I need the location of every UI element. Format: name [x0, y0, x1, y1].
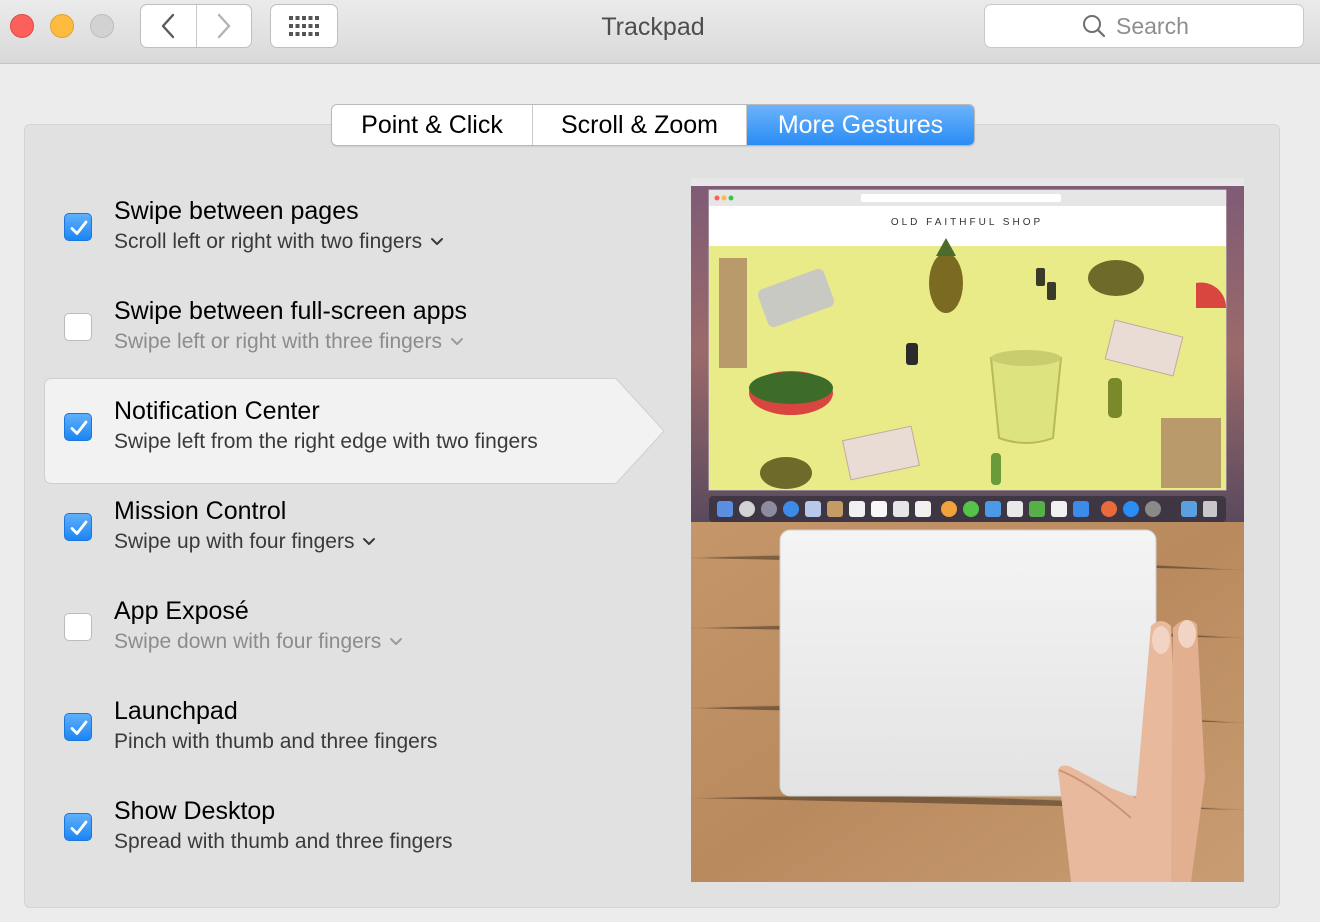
gesture-title: Notification Center — [114, 397, 320, 425]
gesture-detail: Scroll left or right with two fingers — [114, 230, 423, 253]
gesture-title: Swipe between pages — [114, 197, 359, 225]
gesture-detail: Pinch with thumb and three fingers — [114, 730, 438, 753]
launchpad-checkbox[interactable] — [64, 713, 92, 741]
checkmark-icon — [70, 220, 88, 235]
chevron-down-icon — [390, 638, 403, 645]
search-field[interactable] — [984, 4, 1304, 48]
gesture-option-menu[interactable]: Swipe down with four fingers — [114, 630, 403, 654]
chevron-down-icon — [363, 538, 376, 545]
notification-center-checkbox[interactable] — [64, 413, 92, 441]
gesture-title: Show Desktop — [114, 797, 276, 825]
search-input[interactable] — [1116, 12, 1206, 40]
chevron-down-icon — [450, 338, 463, 345]
search-icon — [1083, 15, 1106, 38]
checkmark-icon — [70, 420, 88, 435]
gesture-title: Launchpad — [114, 697, 238, 725]
show-desktop-checkbox[interactable] — [64, 813, 92, 841]
gesture-app-expose[interactable]: App Exposé Swipe down with four fingers — [64, 597, 664, 669]
gesture-detail: Swipe up with four fingers — [114, 530, 355, 553]
gesture-show-desktop[interactable]: Show Desktop Spread with thumb and three… — [64, 797, 664, 869]
gesture-option-menu[interactable]: Swipe up with four fingers — [114, 530, 376, 554]
gesture-detail: Swipe down with four fingers — [114, 630, 382, 653]
gesture-preview-image: OLD FAITHFUL SHOP — [691, 178, 1244, 882]
gesture-swipe-between-full-screen-apps[interactable]: Swipe between full-screen apps Swipe lef… — [64, 297, 664, 369]
checkmark-icon — [70, 820, 88, 835]
gesture-launchpad[interactable]: Launchpad Pinch with thumb and three fin… — [64, 697, 664, 769]
gesture-detail: Swipe left from the right edge with two … — [114, 430, 538, 453]
gesture-detail: Swipe left or right with three fingers — [114, 330, 442, 353]
gesture-title: Swipe between full-screen apps — [114, 297, 467, 325]
swipe-between-pages-checkbox[interactable] — [64, 213, 92, 241]
swipe-between-full-screen-apps-checkbox[interactable] — [64, 313, 92, 341]
checkmark-icon — [70, 720, 88, 735]
title-bar: Trackpad — [0, 0, 1320, 64]
gesture-option-menu[interactable]: Scroll left or right with two fingers — [114, 230, 444, 254]
gesture-mission-control[interactable]: Mission Control Swipe up with four finge… — [64, 497, 664, 569]
chevron-down-icon — [431, 238, 444, 245]
mission-control-checkbox[interactable] — [64, 513, 92, 541]
gesture-detail: Spread with thumb and three fingers — [114, 830, 453, 853]
gesture-option-menu[interactable]: Swipe left or right with three fingers — [114, 330, 464, 354]
gesture-notification-center[interactable]: Notification Center Swipe left from the … — [64, 397, 664, 469]
tab-more-gestures[interactable]: More Gestures — [746, 105, 974, 145]
gesture-title: Mission Control — [114, 497, 287, 525]
checkmark-icon — [70, 520, 88, 535]
gesture-title: App Exposé — [114, 597, 249, 625]
app-expose-checkbox[interactable] — [64, 613, 92, 641]
tab-bar: Point & Click Scroll & Zoom More Gesture… — [331, 104, 975, 146]
tab-point-and-click[interactable]: Point & Click — [332, 105, 532, 145]
gesture-swipe-between-pages[interactable]: Swipe between pages Scroll left or right… — [64, 197, 664, 269]
preview-site-name: OLD FAITHFUL SHOP — [891, 217, 1043, 228]
tab-scroll-and-zoom[interactable]: Scroll & Zoom — [532, 105, 746, 145]
